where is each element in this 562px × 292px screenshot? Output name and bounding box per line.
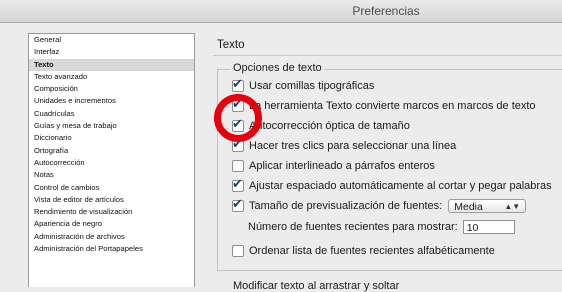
option-ajustar-espaciado[interactable]: Ajustar espaciado automáticamente al cor… (232, 176, 552, 194)
sidebar-item-control-cambios[interactable]: Control de cambios (29, 182, 194, 194)
text-preferences-panel: Texto Opciones de texto Usar comillas ti… (213, 33, 562, 292)
heading-divider (213, 55, 562, 56)
title-bar: Preferencias (0, 0, 562, 23)
option-label: Aplicar interlineado a párrafos enteros (249, 160, 435, 172)
sidebar-item-texto[interactable]: Texto (29, 58, 194, 71)
sidebar-item-editor-articulos[interactable]: Vista de editor de artículos (29, 194, 194, 206)
option-previsualizacion-fuentes[interactable]: Tamaño de previsualización de fuentes: M… (232, 196, 527, 214)
recent-fonts-field[interactable]: 10 (462, 220, 515, 234)
option-ordenar-fuentes[interactable]: Ordenar lista de fuentes recientes alfab… (232, 243, 495, 259)
highlight-circle (214, 94, 262, 142)
option-label: Ordenar lista de fuentes recientes alfab… (249, 245, 495, 257)
option-herramienta-texto[interactable]: La herramienta Texto convierte marcos en… (232, 96, 536, 114)
option-label: Usar comillas tipográficas (249, 80, 375, 92)
checkbox-comillas[interactable] (232, 76, 244, 92)
checkbox-previsualizacion[interactable] (232, 196, 244, 212)
sidebar-item-guias[interactable]: Guías y mesa de trabajo (29, 120, 194, 132)
option-label: Autocorrección óptica de tamaño (249, 120, 410, 132)
sidebar-item-apariencia-negro[interactable]: Apariencia de negro (29, 218, 194, 230)
preview-size-value: Media (454, 201, 483, 213)
drag-drop-group-label: Modificar texto al arrastrar y soltar (231, 280, 402, 292)
text-options-label: Opciones de texto (231, 62, 324, 74)
sidebar-item-interfaz[interactable]: Interfaz (29, 46, 194, 58)
option-comillas-tipograficas[interactable]: Usar comillas tipográficas (232, 76, 375, 94)
checkbox-ordenar-fuentes[interactable] (232, 245, 244, 257)
option-label: Tamaño de previsualización de fuentes: (249, 200, 443, 212)
window-title: Preferencias (352, 4, 420, 18)
sidebar-item-rendimiento[interactable]: Rendimiento de visualización (29, 206, 194, 218)
sidebar-item-cuadriculas[interactable]: Cuadrículas (29, 108, 194, 120)
option-interlineado[interactable]: Aplicar interlineado a párrafos enteros (232, 158, 435, 174)
recent-fonts-row: Número de fuentes recientes para mostrar… (248, 219, 515, 235)
option-label: La herramienta Texto convierte marcos en… (249, 100, 536, 112)
sidebar-item-texto-avanzado[interactable]: Texto avanzado (29, 71, 194, 83)
checkbox-interlineado[interactable] (232, 160, 244, 172)
select-arrows-icon: ▲▼ (504, 202, 521, 211)
sidebar-item-diccionario[interactable]: Diccionario (29, 132, 194, 144)
sidebar-item-archivos[interactable]: Administración de archivos (29, 231, 194, 243)
sidebar-item-composicion[interactable]: Composición (29, 83, 194, 95)
option-label: Ajustar espaciado automáticamente al cor… (249, 180, 552, 192)
panel-heading: Texto (217, 39, 245, 51)
sidebar-item-notas[interactable]: Notas (29, 169, 194, 181)
checkbox-ajustar-espaciado[interactable] (232, 176, 244, 192)
sidebar-item-unidades[interactable]: Unidades e incrementos (29, 95, 194, 107)
sidebar-item-general[interactable]: General (29, 34, 194, 46)
recent-fonts-label: Número de fuentes recientes para mostrar… (248, 221, 458, 233)
option-label: Hacer tres clics para seleccionar una lí… (249, 140, 457, 152)
sidebar-item-ortografia[interactable]: Ortografía (29, 145, 194, 157)
preferences-category-list[interactable]: General Interfaz Texto Texto avanzado Co… (28, 33, 195, 287)
sidebar-item-autocorreccion[interactable]: Autocorrección (29, 157, 194, 169)
preview-size-select[interactable]: Media ▲▼ (448, 199, 527, 213)
option-tres-clics[interactable]: Hacer tres clics para seleccionar una lí… (232, 136, 457, 154)
sidebar-item-portapapeles[interactable]: Administración del Portapapeles (29, 243, 194, 255)
